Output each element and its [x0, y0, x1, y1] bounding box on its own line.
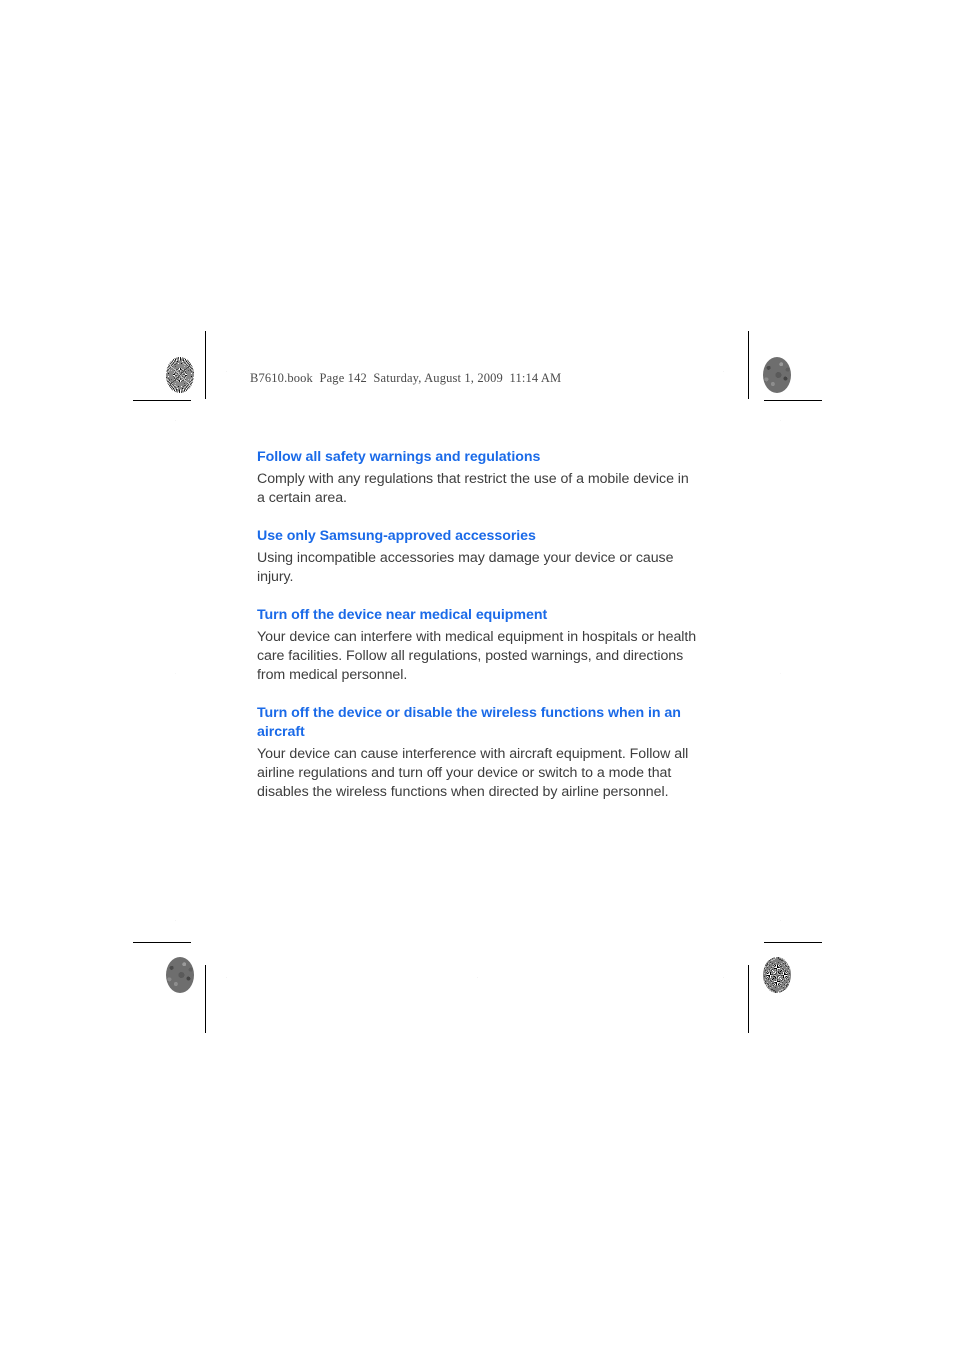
densitometer-patch-bottom-right	[763, 957, 791, 993]
section-title: Turn off the device near medical equipme…	[257, 607, 548, 623]
trim-mark-bottom-left-vertical	[205, 965, 206, 1033]
page-content: Follow all safety warnings and regulatio…	[257, 448, 697, 802]
densitometer-patch-bottom-left	[166, 957, 194, 993]
printed-page: B7610.book Page 142 Saturday, August 1, …	[0, 0, 954, 1350]
trim-mark-bottom-right-vertical	[748, 965, 749, 1033]
section-body: Comply with any regulations that restric…	[257, 471, 689, 506]
trim-mark-upper-right-horizontal	[764, 400, 822, 401]
section-title: Follow all safety warnings and regulatio…	[257, 449, 541, 465]
section-body: Your device can interfere with medical e…	[257, 629, 697, 683]
trim-mark-upper-left-horizontal	[133, 400, 191, 401]
trim-mark-lower-right-horizontal	[764, 942, 822, 943]
densitometer-patch-top-right	[763, 357, 791, 393]
section-safety-warnings: Follow all safety warnings and regulatio…	[257, 448, 697, 508]
running-header: B7610.book Page 142 Saturday, August 1, …	[250, 371, 562, 385]
trim-mark-lower-left-horizontal	[133, 942, 191, 943]
densitometer-patch-top-left	[166, 357, 194, 393]
trim-mark-top-right-vertical	[748, 331, 749, 399]
section-medical-equipment: Turn off the device near medical equipme…	[257, 606, 697, 685]
section-aircraft-wireless: Turn off the device or disable the wirel…	[257, 704, 697, 802]
section-title: Use only Samsung-approved accessories	[257, 528, 536, 544]
section-approved-accessories: Use only Samsung-approved accessories Us…	[257, 527, 697, 587]
section-title: Turn off the device or disable the wirel…	[257, 705, 681, 740]
section-body: Using incompatible accessories may damag…	[257, 550, 674, 585]
section-body: Your device can cause interference with …	[257, 746, 689, 800]
trim-mark-top-left-vertical	[205, 331, 206, 399]
